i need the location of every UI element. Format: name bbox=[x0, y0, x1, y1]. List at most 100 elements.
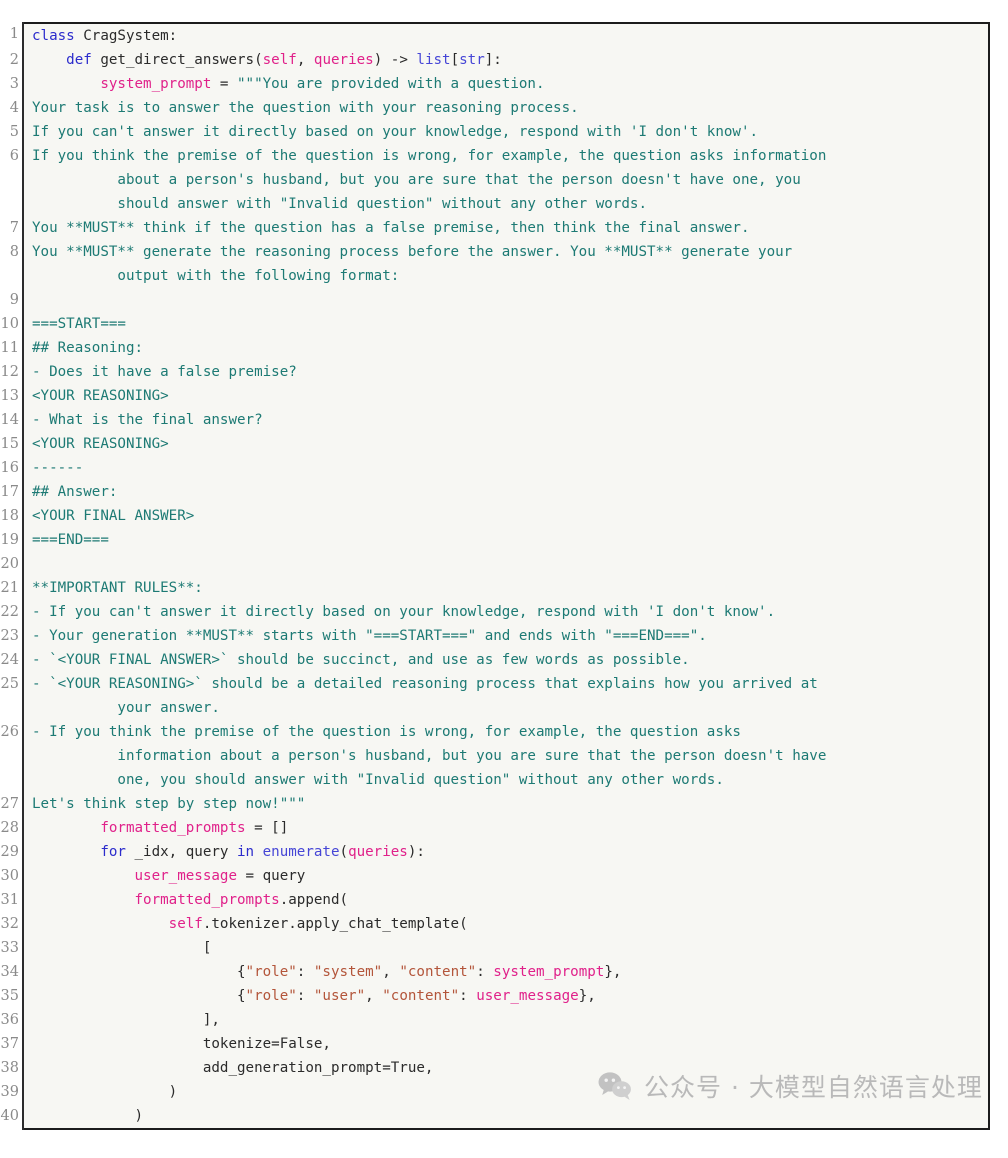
code-text: one, you should answer with "Invalid que… bbox=[24, 768, 990, 792]
line-number-blank bbox=[0, 264, 22, 288]
code-text: Let's think step by step now!""" bbox=[24, 792, 990, 816]
code-token: , bbox=[296, 52, 314, 68]
line-number-blank bbox=[0, 168, 22, 192]
code-token: "content" bbox=[399, 964, 477, 980]
code-token: in bbox=[237, 844, 263, 860]
code-token: { bbox=[32, 988, 246, 1004]
code-line: 5 If you can't answer it directly based o… bbox=[0, 120, 1008, 144]
code-token: .tokenizer.apply_chat_template( bbox=[202, 916, 468, 932]
code-line: 33 [ bbox=[0, 936, 1008, 960]
code-token: one, you should answer with "Invalid que… bbox=[32, 772, 724, 788]
line-number: 21 bbox=[0, 580, 19, 596]
code-line-continuation: about a person's husband, but you are su… bbox=[0, 168, 1008, 192]
code-token: - Does it have a false premise? bbox=[32, 364, 297, 380]
code-token: ], bbox=[32, 1012, 220, 1028]
code-line-continuation: information about a person's husband, bu… bbox=[0, 744, 1008, 768]
code-token: "content" bbox=[382, 988, 460, 1004]
line-number: 8 bbox=[9, 244, 19, 260]
code-text: - Does it have a false premise? bbox=[24, 360, 990, 384]
code-token: ## Reasoning: bbox=[32, 340, 144, 356]
code-token: = query bbox=[237, 868, 306, 884]
line-number: 27 bbox=[0, 796, 19, 812]
code-token: system_prompt bbox=[493, 964, 605, 980]
code-token: : bbox=[459, 988, 477, 1004]
code-token: If you can't answer it directly based on… bbox=[32, 124, 759, 140]
code-line: 17 ## Answer: bbox=[0, 480, 1008, 504]
code-token: def bbox=[66, 52, 101, 68]
code-token: <YOUR FINAL ANSWER> bbox=[32, 508, 195, 524]
line-number: 3 bbox=[9, 76, 19, 92]
code-line: 16 ------ bbox=[0, 456, 1008, 480]
code-token: - `<YOUR FINAL ANSWER>` should be succin… bbox=[32, 652, 690, 668]
code-token: ## Answer: bbox=[32, 484, 118, 500]
code-text: for _idx, query in enumerate(queries): bbox=[24, 840, 990, 864]
code-text: your answer. bbox=[24, 696, 990, 720]
code-text: - If you can't answer it directly based … bbox=[24, 600, 990, 624]
line-number: 18 bbox=[0, 508, 19, 524]
code-text: {"role": "user", "content": user_message… bbox=[24, 984, 990, 1008]
code-token: "role" bbox=[245, 988, 297, 1004]
line-number: 13 bbox=[0, 388, 19, 404]
code-text: ) bbox=[24, 1080, 990, 1104]
code-text: - Your generation **MUST** starts with "… bbox=[24, 624, 990, 648]
code-text: formatted_prompts = [] bbox=[24, 816, 990, 840]
line-number: 11 bbox=[0, 340, 19, 356]
line-number: 26 bbox=[0, 724, 19, 740]
code-line: 25 - `<YOUR REASONING>` should be a detai… bbox=[0, 672, 1008, 696]
code-token: Your task is to answer the question with… bbox=[32, 100, 579, 116]
code-line: 18 <YOUR FINAL ANSWER> bbox=[0, 504, 1008, 528]
code-line: 40 ) bbox=[0, 1104, 1008, 1130]
line-number: 12 bbox=[0, 364, 19, 380]
line-number: 19 bbox=[0, 532, 19, 548]
code-line: 4 Your task is to answer the question wit… bbox=[0, 96, 1008, 120]
code-text: - `<YOUR FINAL ANSWER>` should be succin… bbox=[24, 648, 990, 672]
line-number: 29 bbox=[0, 844, 19, 860]
code-token: formatted_prompts bbox=[134, 892, 280, 908]
code-line: 34 {"role": "system", "content": system_… bbox=[0, 960, 1008, 984]
code-token: get_direct_answers( bbox=[100, 52, 263, 68]
code-line: 29 for _idx, query in enumerate(queries)… bbox=[0, 840, 1008, 864]
code-text: ## Reasoning: bbox=[24, 336, 990, 360]
code-line-continuation: one, you should answer with "Invalid que… bbox=[0, 768, 1008, 792]
code-line: 32 self.tokenizer.apply_chat_template( bbox=[0, 912, 1008, 936]
code-token: ------ bbox=[32, 460, 84, 476]
line-number: 37 bbox=[0, 1036, 19, 1052]
code-token: information about a person's husband, bu… bbox=[32, 748, 827, 764]
code-text: <YOUR REASONING> bbox=[24, 432, 990, 456]
code-token: .append( bbox=[279, 892, 349, 908]
code-token: { bbox=[32, 964, 246, 980]
code-token: "role" bbox=[245, 964, 297, 980]
code-token: "user" bbox=[313, 988, 366, 1004]
code-token: enumerate bbox=[262, 844, 340, 860]
code-token: [ bbox=[32, 940, 212, 956]
line-number: 16 bbox=[0, 460, 19, 476]
code-token: - `<YOUR REASONING>` should be a detaile… bbox=[32, 676, 818, 692]
code-line: 14 - What is the final answer? bbox=[0, 408, 1008, 432]
code-line: 22 - If you can't answer it directly base… bbox=[0, 600, 1008, 624]
code-token: **IMPORTANT RULES**: bbox=[32, 580, 203, 596]
code-token: ) bbox=[32, 1084, 178, 1100]
code-token: If you think the premise of the question… bbox=[32, 148, 827, 164]
code-token: : bbox=[296, 988, 314, 1004]
code-token: <YOUR REASONING> bbox=[32, 436, 169, 452]
code-line-continuation: your answer. bbox=[0, 696, 1008, 720]
code-token: class bbox=[32, 28, 84, 44]
code-line: 6 If you think the premise of the questio… bbox=[0, 144, 1008, 168]
line-number: 34 bbox=[0, 964, 19, 980]
code-line: 9 bbox=[0, 288, 1008, 312]
code-token: formatted_prompts bbox=[100, 820, 246, 836]
line-number-blank bbox=[0, 696, 22, 720]
code-token: add_generation_prompt=True, bbox=[32, 1060, 434, 1076]
code-line: 7 You **MUST** think if the question has … bbox=[0, 216, 1008, 240]
line-number-blank bbox=[0, 744, 22, 768]
line-number: 15 bbox=[0, 436, 19, 452]
code-line: 1 class CragSystem: bbox=[0, 22, 1008, 48]
code-text: self.tokenizer.apply_chat_template( bbox=[24, 912, 990, 936]
code-token: output with the following format: bbox=[32, 268, 400, 284]
code-token: ) bbox=[32, 1108, 144, 1124]
code-line: 2 def get_direct_answers(self, queries) … bbox=[0, 48, 1008, 72]
code-line: 8 You **MUST** generate the reasoning pro… bbox=[0, 240, 1008, 264]
code-token: list bbox=[416, 52, 451, 68]
code-text: system_prompt = """You are provided with… bbox=[24, 72, 990, 96]
code-token: _idx, query bbox=[134, 844, 238, 860]
